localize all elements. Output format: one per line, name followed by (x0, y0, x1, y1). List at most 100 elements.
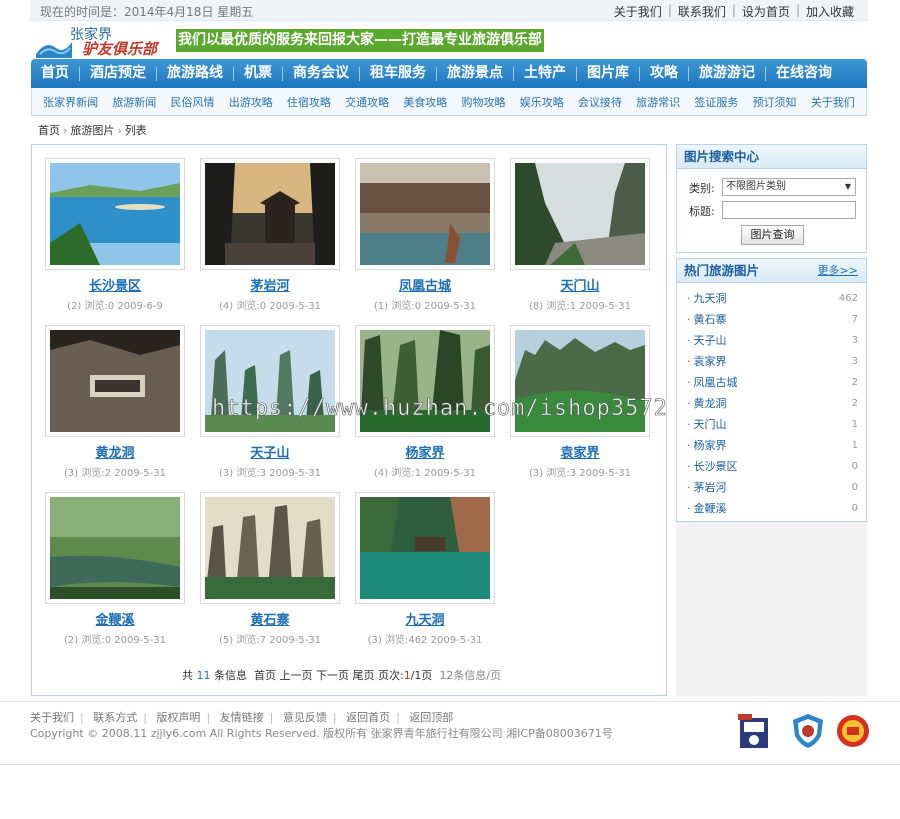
hot-item-name[interactable]: 凤凰古城 (694, 376, 738, 389)
subnav-food[interactable]: 美食攻略 (403, 94, 447, 110)
photo-card[interactable]: 长沙景区 (2) 浏览:0 2009-6-9 (45, 158, 185, 312)
footer-link-home[interactable]: 返回首页 (346, 711, 390, 724)
nav-routes[interactable]: 旅游路线 (157, 59, 233, 88)
photo-search-button[interactable]: 图片查询 (741, 225, 804, 245)
list-item[interactable]: · 凤凰古城 2 (687, 372, 858, 393)
hot-item-name[interactable]: 九天洞 (694, 292, 727, 305)
pager-first[interactable]: 首页 (254, 669, 276, 682)
photo-thumbnail[interactable] (515, 163, 645, 265)
photo-title[interactable]: 杨家界 (355, 442, 495, 461)
photo-title[interactable]: 九天洞 (355, 609, 495, 628)
photo-title[interactable]: 金鞭溪 (45, 609, 185, 628)
subnav-tips[interactable]: 旅游常识 (636, 94, 680, 110)
pager-last[interactable]: 尾页 (353, 669, 375, 682)
list-item[interactable]: · 天子山 3 (687, 330, 858, 351)
photo-title[interactable]: 黄龙洞 (45, 442, 185, 461)
police-badge-icon[interactable] (736, 712, 772, 750)
breadcrumb-home[interactable]: 首页 (38, 124, 60, 137)
subnav-transport[interactable]: 交通攻略 (345, 94, 389, 110)
list-item[interactable]: · 茅岩河 0 (687, 477, 858, 498)
pager-next[interactable]: 下一页 (316, 669, 349, 682)
photo-card[interactable]: 天子山 (3) 浏览:3 2009-5-31 (200, 325, 340, 479)
photo-card[interactable]: 天门山 (8) 浏览:1 2009-5-31 (510, 158, 650, 312)
list-item[interactable]: · 天门山 1 (687, 414, 858, 435)
nav-guides[interactable]: 攻略 (640, 59, 688, 88)
subnav-zjj-news[interactable]: 张家界新闻 (43, 94, 98, 110)
photo-title[interactable]: 长沙景区 (45, 275, 185, 294)
pager-prev[interactable]: 上一页 (280, 669, 313, 682)
photo-thumbnail[interactable] (205, 330, 335, 432)
nav-business[interactable]: 商务会议 (283, 59, 359, 88)
nav-car-rental[interactable]: 租车服务 (360, 59, 436, 88)
hot-item-name[interactable]: 天门山 (694, 418, 727, 431)
list-item[interactable]: · 黄龙洞 2 (687, 393, 858, 414)
credit-seal-icon[interactable] (835, 712, 871, 750)
footer-link-contact[interactable]: 联系方式 (93, 711, 137, 724)
list-item[interactable]: · 九天洞 462 (687, 288, 858, 309)
subnav-folk[interactable]: 民俗风情 (171, 94, 215, 110)
subnav-entertainment[interactable]: 娱乐攻略 (520, 94, 564, 110)
photo-thumbnail[interactable] (360, 163, 490, 265)
photo-card[interactable]: 杨家界 (4) 浏览:1 2009-5-31 (355, 325, 495, 479)
photo-card[interactable]: 黄石寨 (5) 浏览:7 2009-5-31 (200, 492, 340, 646)
top-link-set-homepage[interactable]: 设为首页 (742, 3, 790, 20)
hot-item-name[interactable]: 黄龙洞 (694, 397, 727, 410)
top-link-add-favorite[interactable]: 加入收藏 (806, 3, 854, 20)
subnav-travel-news[interactable]: 旅游新闻 (112, 94, 156, 110)
hot-item-name[interactable]: 长沙景区 (694, 460, 738, 473)
photo-card[interactable]: 黄龙洞 (3) 浏览:2 2009-5-31 (45, 325, 185, 479)
photo-title[interactable]: 黄石寨 (200, 609, 340, 628)
more-link[interactable]: 更多>> (818, 259, 858, 283)
nav-specialties[interactable]: 土特产 (514, 59, 576, 88)
subnav-shopping[interactable]: 购物攻略 (462, 94, 506, 110)
footer-link-top[interactable]: 返回顶部 (409, 711, 453, 724)
photo-title[interactable]: 天门山 (510, 275, 650, 294)
nav-home[interactable]: 首页 (31, 59, 79, 88)
hot-item-name[interactable]: 杨家界 (694, 439, 727, 452)
photo-thumbnail[interactable] (205, 497, 335, 599)
nav-gallery[interactable]: 图片库 (577, 59, 639, 88)
hot-item-name[interactable]: 天子山 (694, 334, 727, 347)
photo-card[interactable]: 凤凰古城 (1) 浏览:0 2009-5-31 (355, 158, 495, 312)
photo-card[interactable]: 茅岩河 (4) 浏览:0 2009-5-31 (200, 158, 340, 312)
hot-item-name[interactable]: 茅岩河 (694, 481, 727, 494)
photo-thumbnail[interactable] (50, 497, 180, 599)
hot-item-name[interactable]: 黄石寨 (694, 313, 727, 326)
photo-title[interactable]: 凤凰古城 (355, 275, 495, 294)
photo-thumbnail[interactable] (360, 330, 490, 432)
photo-thumbnail[interactable] (50, 330, 180, 432)
photo-thumbnail[interactable] (205, 163, 335, 265)
subnav-about[interactable]: 关于我们 (811, 94, 855, 110)
subnav-booking-notes[interactable]: 预订须知 (753, 94, 797, 110)
footer-link-copyright[interactable]: 版权声明 (156, 711, 200, 724)
subnav-visa[interactable]: 签证服务 (694, 94, 738, 110)
photo-thumbnail[interactable] (360, 497, 490, 599)
photo-thumbnail[interactable] (515, 330, 645, 432)
nav-attractions[interactable]: 旅游景点 (437, 59, 513, 88)
subnav-meetings[interactable]: 会议接待 (578, 94, 622, 110)
nav-hotel[interactable]: 酒店预定 (80, 59, 156, 88)
footer-link-friends[interactable]: 友情链接 (220, 711, 264, 724)
category-select[interactable]: 不限图片类别 ▼ (722, 178, 856, 196)
list-item[interactable]: · 杨家界 1 (687, 435, 858, 456)
title-input[interactable] (722, 201, 856, 219)
photo-title[interactable]: 袁家界 (510, 442, 650, 461)
photo-card[interactable]: 九天洞 (3) 浏览:462 2009-5-31 (355, 492, 495, 646)
security-shield-icon[interactable] (790, 712, 826, 750)
list-item[interactable]: · 金鞭溪 0 (687, 498, 858, 519)
footer-link-about[interactable]: 关于我们 (30, 711, 74, 724)
nav-tickets[interactable]: 机票 (234, 59, 282, 88)
footer-link-feedback[interactable]: 意见反馈 (283, 711, 327, 724)
nav-consult[interactable]: 在线咨询 (766, 59, 842, 88)
list-item[interactable]: · 黄石寨 7 (687, 309, 858, 330)
photo-card[interactable]: 袁家界 (3) 浏览:3 2009-5-31 (510, 325, 650, 479)
subnav-lodging[interactable]: 住宿攻略 (287, 94, 331, 110)
list-item[interactable]: · 袁家界 3 (687, 351, 858, 372)
nav-travelogues[interactable]: 旅游游记 (689, 59, 765, 88)
site-logo[interactable]: 张家界 驴友俱乐部 (34, 24, 164, 58)
subnav-trip-guide[interactable]: 出游攻略 (229, 94, 273, 110)
hot-item-name[interactable]: 袁家界 (694, 355, 727, 368)
photo-card[interactable]: 金鞭溪 (2) 浏览:0 2009-5-31 (45, 492, 185, 646)
photo-title[interactable]: 天子山 (200, 442, 340, 461)
hot-item-name[interactable]: 金鞭溪 (694, 502, 727, 515)
